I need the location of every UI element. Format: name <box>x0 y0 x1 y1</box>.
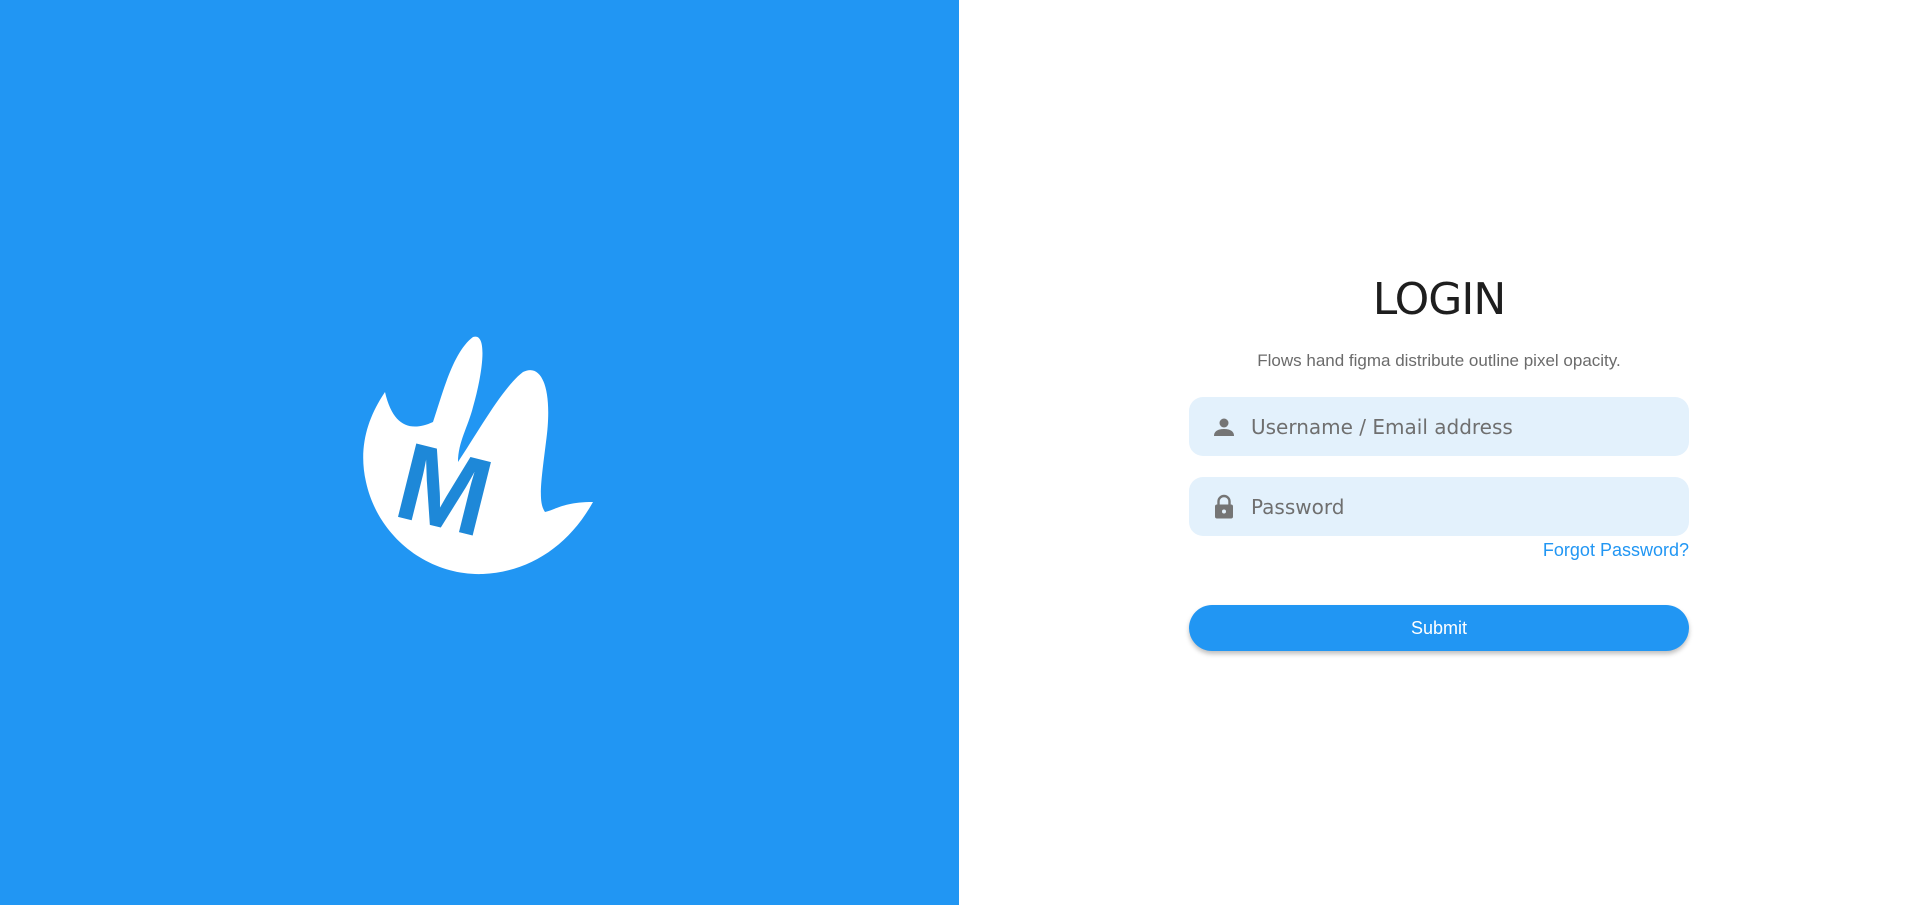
login-form: LOGIN Flows hand figma distribute outlin… <box>1189 270 1689 651</box>
page-title: LOGIN <box>1372 274 1507 325</box>
lock-icon <box>1211 494 1237 520</box>
password-input[interactable] <box>1249 485 1673 528</box>
brand-logo: M <box>363 336 593 575</box>
username-input[interactable] <box>1249 405 1673 448</box>
login-panel: LOGIN Flows hand figma distribute outlin… <box>959 0 1918 905</box>
username-field[interactable] <box>1189 397 1689 456</box>
person-icon <box>1211 414 1237 440</box>
submit-button[interactable]: Submit <box>1189 605 1689 651</box>
brand-panel: M <box>0 0 959 905</box>
subtitle: Flows hand figma distribute outline pixe… <box>1257 351 1621 370</box>
password-field[interactable] <box>1189 477 1689 536</box>
login-page: M LOGIN Flows hand figma distribute outl… <box>0 0 1918 905</box>
forgot-row: Forgot Password? <box>1189 540 1689 562</box>
forgot-password-link[interactable]: Forgot Password? <box>1543 540 1689 560</box>
